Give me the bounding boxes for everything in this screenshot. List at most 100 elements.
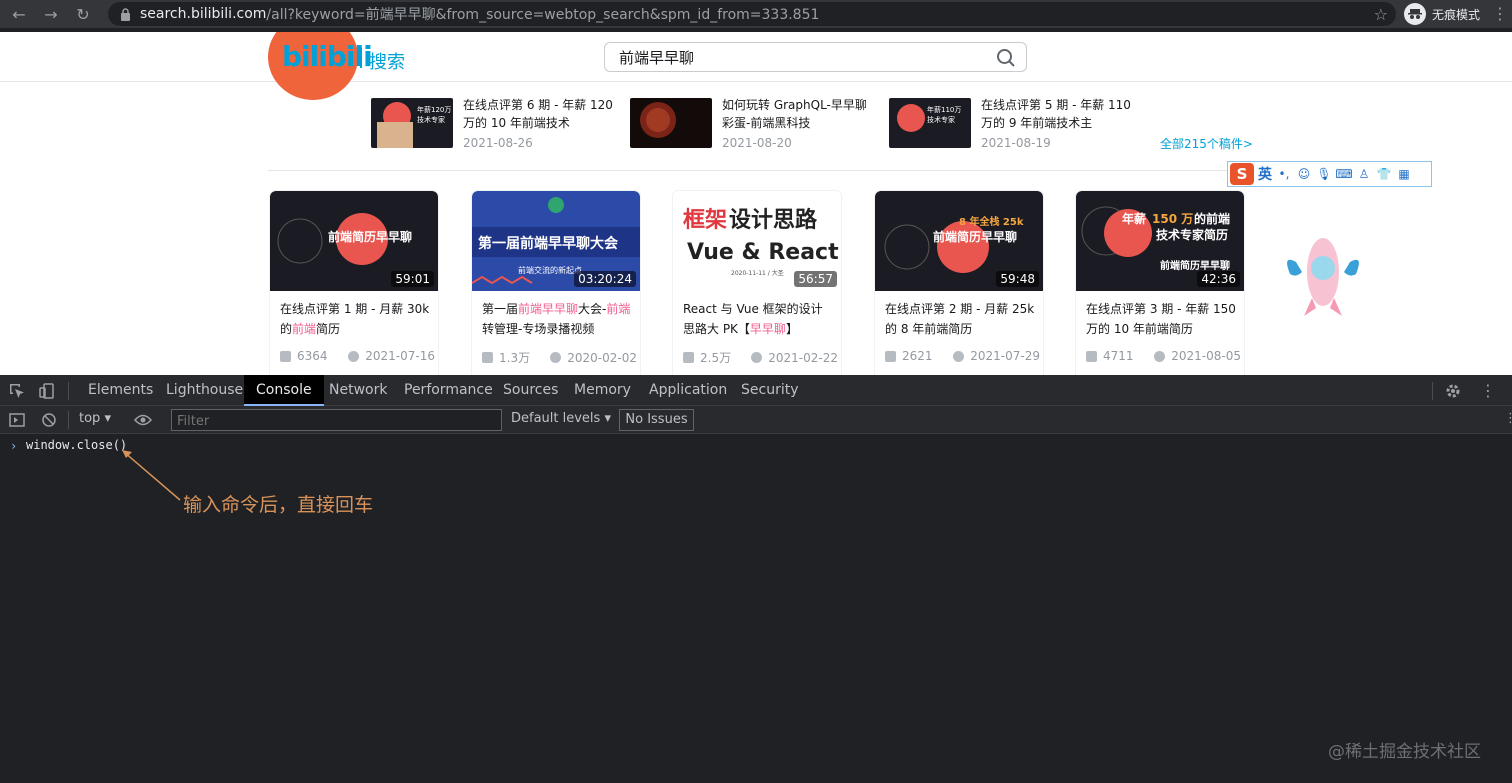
browser-menu-icon[interactable]: ⋮ xyxy=(1492,4,1508,23)
thumbnail-caption: 技术专家简历 xyxy=(1156,227,1228,242)
up-video-title[interactable]: 在线点评第 5 期 - 年薪 110 万的 9 年前端技术主 xyxy=(981,96,1131,132)
tab-network[interactable]: Network xyxy=(329,375,387,406)
video-duration: 03:20:24 xyxy=(574,271,636,287)
video-thumbnail[interactable]: 第一届前端早早聊大会 前端交流的新起点 03:20:24 xyxy=(472,191,640,291)
up-video-thumbnail[interactable] xyxy=(630,98,712,148)
live-expression-eye-icon[interactable] xyxy=(134,411,152,429)
tab-security[interactable]: Security xyxy=(741,375,799,406)
console-command[interactable]: window.close() xyxy=(26,438,127,452)
annotation-arrow-icon xyxy=(122,450,181,501)
up-video-title[interactable]: 如何玩转 GraphQL-早早聊彩蛋-前端黑科技 xyxy=(722,96,872,132)
tab-sources[interactable]: Sources xyxy=(503,375,558,406)
reload-icon[interactable]: ↻ xyxy=(72,3,94,25)
tab-elements[interactable]: Elements xyxy=(88,375,153,406)
back-to-top-rocket-icon[interactable] xyxy=(1276,232,1370,322)
address-bar[interactable]: search.bilibili.com/all?keyword=前端早早聊&fr… xyxy=(108,2,1396,26)
incognito-label: 无痕模式 xyxy=(1432,7,1481,22)
punctuation-icon[interactable]: •, xyxy=(1276,166,1292,182)
sidebar-toggle-icon[interactable] xyxy=(8,411,26,429)
filter-input-box[interactable] xyxy=(171,409,502,432)
log-levels-dropdown[interactable]: Default levels ▾ xyxy=(511,411,611,426)
video-card[interactable]: 年薪 150 万的前端 技术专家简历 前端简历早早聊 42:36 在线点评第 3 期 … xyxy=(1075,190,1245,375)
lock-icon xyxy=(118,7,132,21)
video-thumbnail[interactable]: 框架 设计思路 Vue & React 2020-11-11 / 大圣 56:57 xyxy=(673,191,841,291)
thumbnail-caption: 前端简历早早聊 xyxy=(933,229,1017,244)
video-meta: 4711 2021-08-05 xyxy=(1086,349,1241,363)
all-videos-link[interactable]: 全部215个稿件> xyxy=(1160,135,1253,152)
sogou-ime-icon[interactable]: S xyxy=(1230,163,1254,185)
play-count-icon xyxy=(885,350,896,362)
up-video-date: 2021-08-19 xyxy=(981,136,1051,150)
console-settings-icon[interactable]: ⋮ xyxy=(1504,411,1512,426)
console-prompt-icon: › xyxy=(10,439,18,453)
video-card[interactable]: 框架 设计思路 Vue & React 2020-11-11 / 大圣 56:57 R… xyxy=(672,190,842,375)
back-icon[interactable]: ← xyxy=(8,3,30,25)
search-box[interactable] xyxy=(604,42,1027,72)
upload-date: 2021-07-29 xyxy=(970,349,1040,363)
user-icon[interactable]: ♙ xyxy=(1356,166,1372,182)
issues-button[interactable]: No Issues xyxy=(619,409,694,431)
ime-toolbar[interactable]: S 英 •, ☺ 🎙 ⌨ ♙ 👕 ▦ xyxy=(1227,161,1432,187)
bookmark-star-icon[interactable]: ☆ xyxy=(1374,5,1388,24)
up-video-thumbnail[interactable]: 年薪110万 技术专家 xyxy=(889,98,971,148)
emoji-icon[interactable]: ☺ xyxy=(1296,166,1312,182)
console-toolbar: top ▾ Default levels ▾ No Issues ⋮ xyxy=(0,406,1512,434)
video-duration: 59:48 xyxy=(996,271,1039,287)
tab-memory[interactable]: Memory xyxy=(574,375,631,406)
skin-icon[interactable]: 👕 xyxy=(1376,166,1392,182)
microphone-icon[interactable]: 🎙 xyxy=(1316,166,1332,182)
video-title[interactable]: 在线点评第 3 期 - 年薪 150 万的 10 年前端简历 xyxy=(1086,299,1236,339)
inspect-element-icon[interactable] xyxy=(8,382,26,400)
video-thumbnail[interactable]: 8 年全栈 25k 前端简历早早聊 59:48 xyxy=(875,191,1043,291)
video-card[interactable]: 8 年全栈 25k 前端简历早早聊 59:48 在线点评第 2 期 - 月薪 25… xyxy=(874,190,1044,375)
bilibili-logo[interactable]: bilibili xyxy=(282,40,373,73)
dropdown-arrow-icon: ▾ xyxy=(104,411,111,426)
annotation-text: 输入命令后，直接回车 xyxy=(183,494,374,516)
tab-console[interactable]: Console xyxy=(244,375,324,406)
video-card[interactable]: 第一届前端早早聊大会 前端交流的新起点 03:20:24 第一届前端早早聊大会-前… xyxy=(471,190,641,375)
up-video-thumbnail[interactable]: 年薪120万 技术专家 xyxy=(371,98,453,148)
thumbnail-caption: 框架 xyxy=(683,207,727,233)
ime-language-toggle[interactable]: 英 xyxy=(1258,164,1272,184)
search-input[interactable] xyxy=(619,47,989,67)
thumbnail-caption: 年薪 xyxy=(1122,211,1146,226)
up-video-title[interactable]: 在线点评第 6 期 - 年薪 120 万的 10 年前端技术 xyxy=(463,96,613,132)
video-title[interactable]: 在线点评第 1 期 - 月薪 30k 的前端简历 xyxy=(280,299,430,339)
clear-console-icon[interactable] xyxy=(40,411,58,429)
video-thumbnail[interactable]: 年薪 150 万的前端 技术专家简历 前端简历早早聊 42:36 xyxy=(1076,191,1244,291)
video-title[interactable]: 第一届前端早早聊大会-前端转管理-专场录播视频 xyxy=(482,299,632,339)
toolbox-icon[interactable]: ▦ xyxy=(1396,166,1412,182)
tab-performance[interactable]: Performance xyxy=(404,375,493,406)
keyboard-icon[interactable]: ⌨ xyxy=(1335,166,1352,182)
console-panel[interactable]: › window.close() 输入命令后，直接回车 @稀土掘金技术社区 xyxy=(0,434,1512,783)
video-title[interactable]: React 与 Vue 框架的设计思路大 PK【早早聊】 xyxy=(683,299,833,339)
up-video-item[interactable]: 如何玩转 GraphQL-早早聊彩蛋-前端黑科技 2021-08-20 xyxy=(630,96,880,152)
logo-search-label: 搜索 xyxy=(369,52,405,73)
context-selector[interactable]: top ▾ xyxy=(79,411,111,426)
devtools-menu-icon[interactable]: ⋮ xyxy=(1480,375,1496,406)
device-toolbar-icon[interactable] xyxy=(38,382,56,400)
clock-icon xyxy=(953,350,965,362)
filter-input[interactable] xyxy=(172,411,501,432)
svg-text:年薪110万: 年薪110万 xyxy=(927,105,961,114)
clock-icon xyxy=(1154,350,1166,362)
upload-date: 2021-08-05 xyxy=(1171,349,1241,363)
settings-gear-icon[interactable] xyxy=(1444,382,1462,400)
clock-icon xyxy=(348,350,360,362)
thumbnail-caption: 第一届前端早早聊大会 xyxy=(478,235,619,252)
tab-application[interactable]: Application xyxy=(649,375,727,406)
video-duration: 59:01 xyxy=(391,271,434,287)
tab-lighthouse[interactable]: Lighthouse xyxy=(166,375,243,406)
video-card[interactable]: 前端简历早早聊 59:01 在线点评第 1 期 - 月薪 30k 的前端简历 6… xyxy=(269,190,439,375)
incognito-indicator[interactable]: 无痕模式 xyxy=(1404,3,1480,25)
video-meta: 2.5万 2021-02-22 xyxy=(683,349,838,366)
up-video-item[interactable]: 年薪120万 技术专家 在线点评第 6 期 - 年薪 120 万的 10 年前端技… xyxy=(371,96,621,152)
search-icon[interactable] xyxy=(996,48,1016,68)
forward-icon[interactable]: → xyxy=(40,3,62,25)
video-thumbnail[interactable]: 前端简历早早聊 59:01 xyxy=(270,191,438,291)
video-meta: 1.3万 2020-02-02 xyxy=(482,349,637,366)
thumbnail-caption: 前端简历早早聊 xyxy=(328,229,412,244)
up-video-item[interactable]: 年薪110万 技术专家 在线点评第 5 期 - 年薪 110 万的 9 年前端技术… xyxy=(889,96,1139,152)
view-count: 2621 xyxy=(902,349,933,363)
video-title[interactable]: 在线点评第 2 期 - 月薪 25k 的 8 年前端简历 xyxy=(885,299,1035,339)
